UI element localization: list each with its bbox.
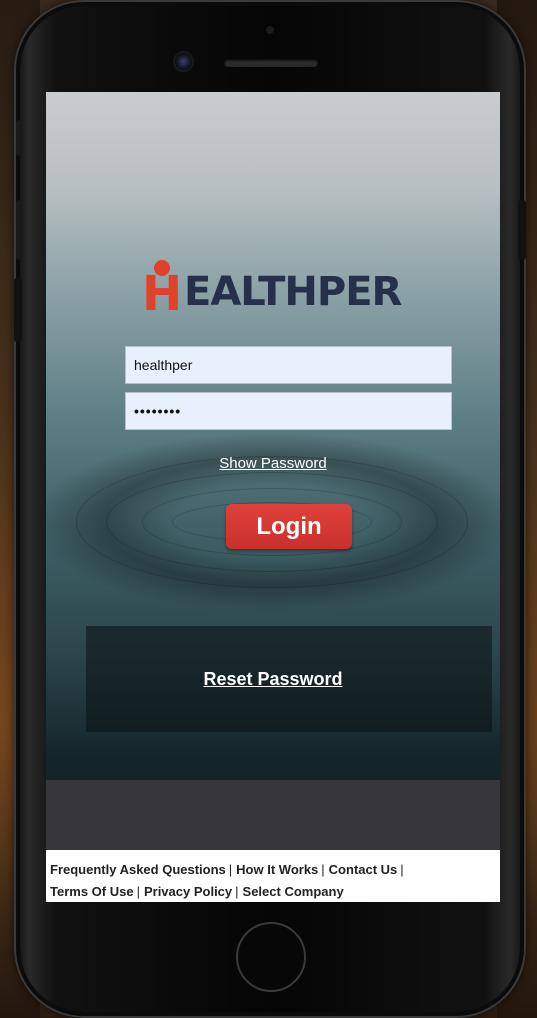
footer-separator: | <box>228 862 233 877</box>
earpiece-speaker <box>224 59 318 67</box>
privacy-policy-link[interactable]: Privacy Policy <box>144 884 232 899</box>
logo-person-icon: H <box>142 260 184 322</box>
phone-frame: H EALTHPER healthper •••••••• Show Passw… <box>14 0 526 1018</box>
footer-separator: | <box>235 884 239 899</box>
terms-of-use-link[interactable]: Terms Of Use <box>50 884 134 899</box>
footer-spacer <box>46 780 500 850</box>
footer-links: Frequently Asked Questions | How It Works |… <box>46 850 500 902</box>
contact-us-link[interactable]: Contact Us <box>329 862 398 877</box>
login-button[interactable]: Login <box>226 504 352 549</box>
footer-separator: | <box>321 862 325 877</box>
footer-separator: | <box>400 862 404 877</box>
front-camera-icon <box>175 53 192 70</box>
mute-switch <box>16 120 22 156</box>
select-company-link[interactable]: Select Company <box>243 884 344 899</box>
reset-password-link[interactable]: Reset Password <box>46 669 500 690</box>
footer-row-1: Frequently Asked Questions | How It Works |… <box>50 859 496 881</box>
how-it-works-link[interactable]: How It Works <box>236 862 318 877</box>
volume-down-button <box>14 278 22 342</box>
home-button[interactable] <box>236 922 306 992</box>
app-screen: H EALTHPER healthper •••••••• Show Passw… <box>46 92 500 902</box>
logo-wordmark: EALTHPER <box>184 269 402 315</box>
logo-letter-h: H <box>142 266 183 322</box>
show-password-link[interactable]: Show Password <box>46 455 500 472</box>
password-field[interactable]: •••••••• <box>125 392 452 430</box>
volume-up-button <box>16 200 22 260</box>
faq-link[interactable]: Frequently Asked Questions <box>50 862 226 877</box>
proximity-sensor <box>266 26 274 34</box>
footer-separator: | <box>136 884 140 899</box>
healthper-logo: H EALTHPER <box>142 260 410 322</box>
power-button <box>518 200 526 260</box>
username-field[interactable]: healthper <box>125 346 452 384</box>
footer-row-2: Terms Of Use | Privacy Policy | Select Compa… <box>50 881 496 902</box>
